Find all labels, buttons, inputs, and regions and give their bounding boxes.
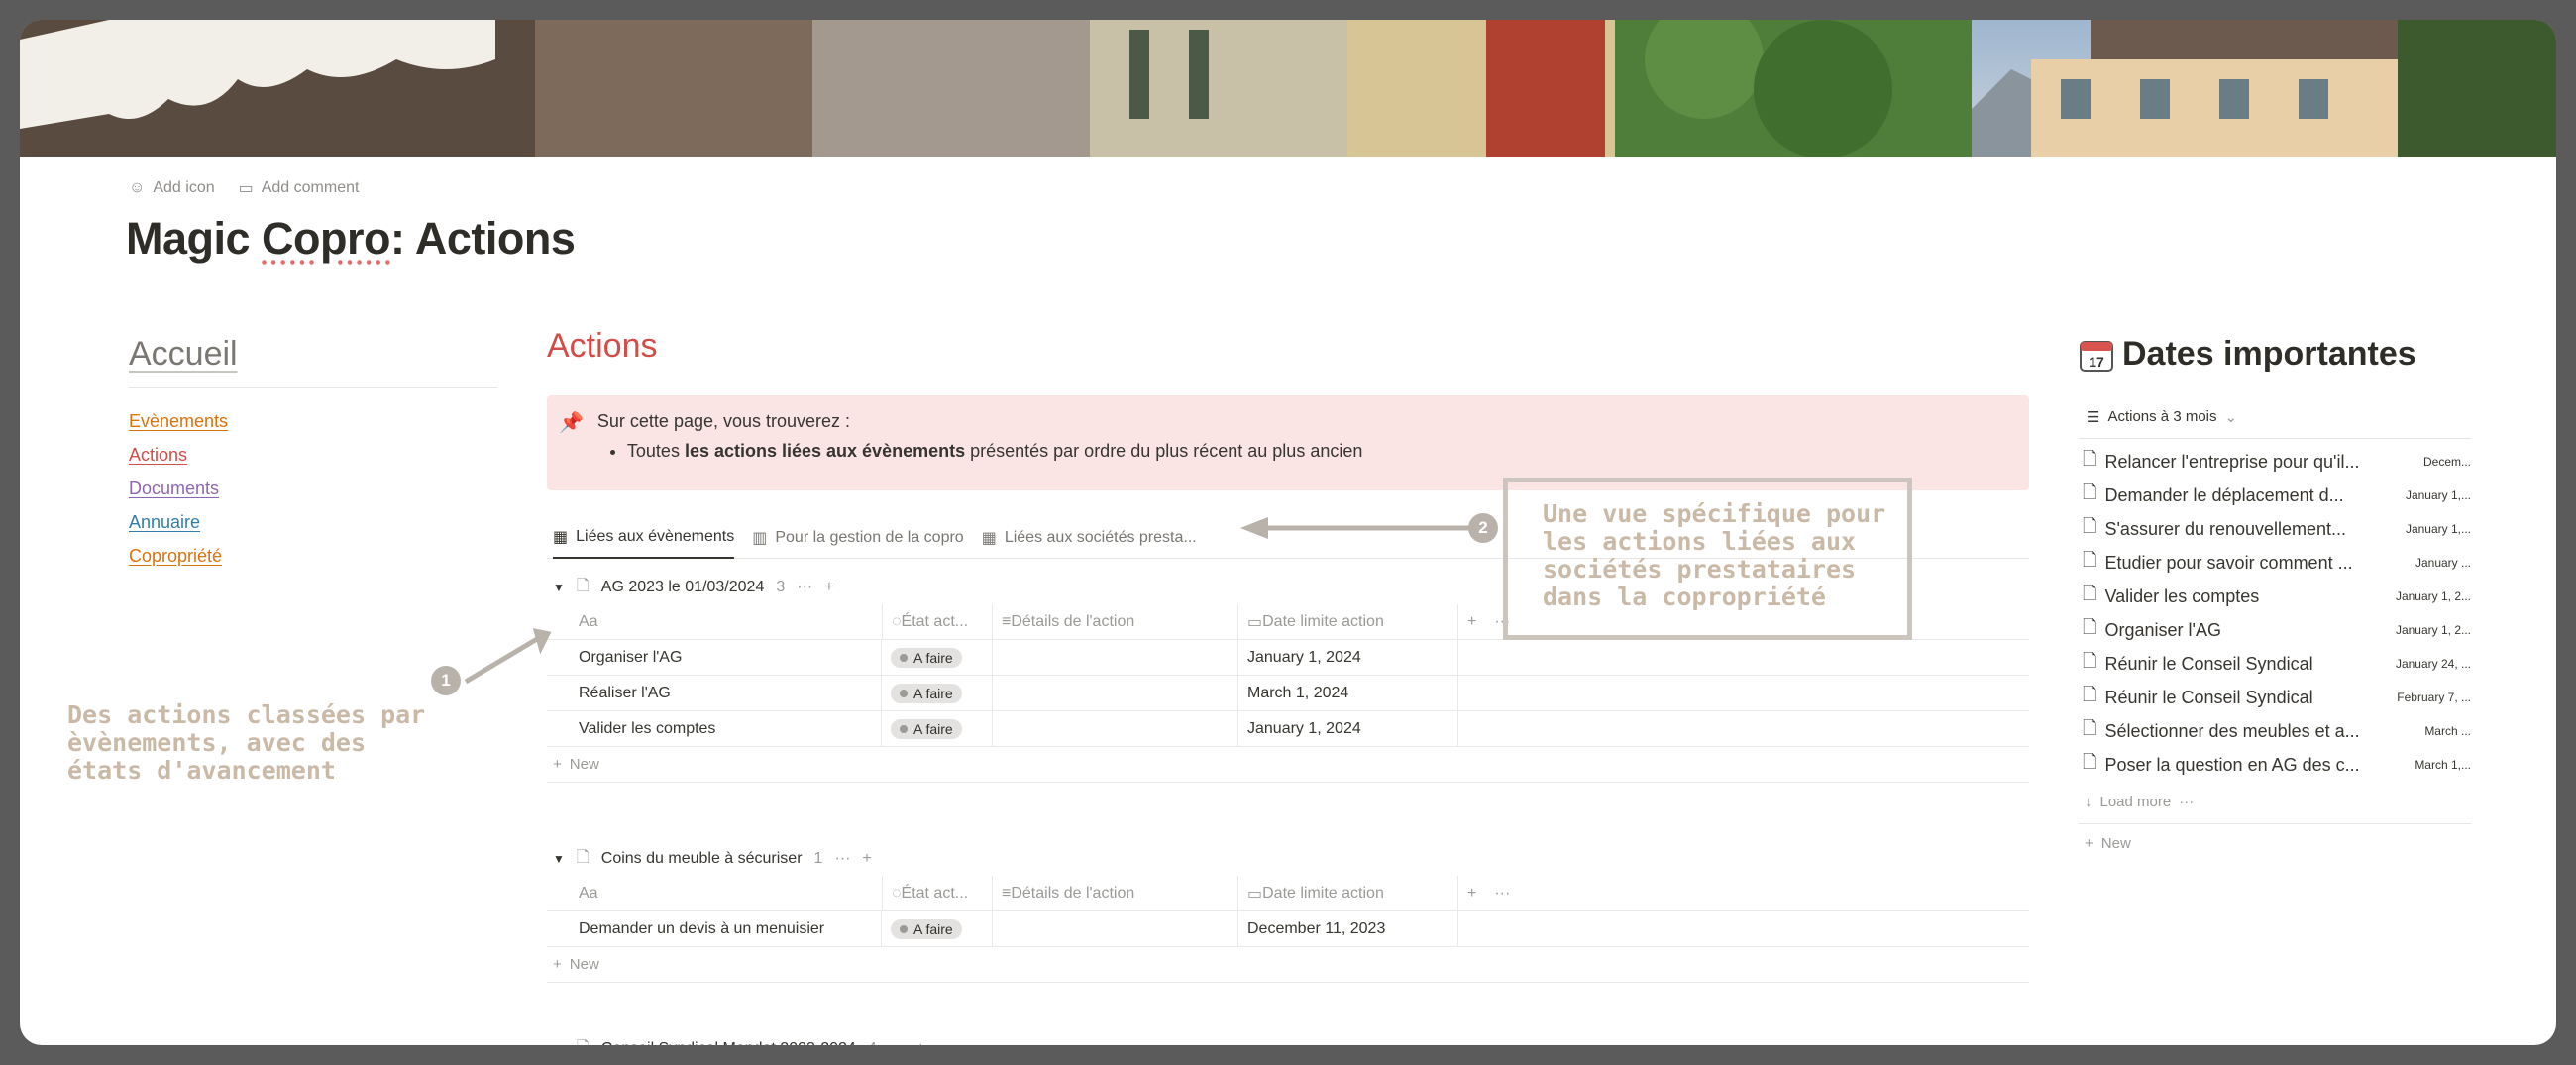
annotation-number-2: 2 xyxy=(1468,513,1498,543)
annotation-box-2: Une vue spécifique pour les actions liée… xyxy=(1503,478,1912,640)
annotation-number-1: 1 xyxy=(431,666,461,695)
annotation-arrows xyxy=(464,517,1486,685)
notion-page-window: ☺ Add icon ▭ Add comment Magic Copro: Ac… xyxy=(20,20,2556,1045)
annotation-text-1: Des actions classées par èvènements, ave… xyxy=(67,700,426,785)
